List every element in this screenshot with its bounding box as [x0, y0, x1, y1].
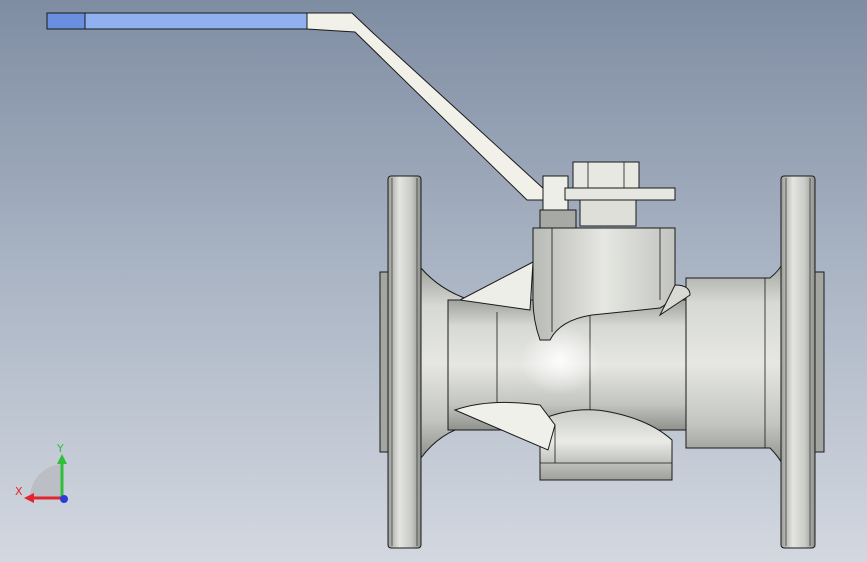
triad-plane — [29, 464, 63, 498]
stop-plate — [564, 187, 676, 201]
gland-nut-top — [572, 161, 640, 189]
x-axis-label: X — [15, 485, 23, 498]
graphics-viewport[interactable]: Y X — [0, 0, 867, 562]
stem-assembly[interactable] — [539, 161, 676, 229]
handle-grip-end-cap — [46, 12, 86, 30]
left-flange-disc — [387, 175, 422, 549]
reference-triad: Y X — [15, 442, 68, 503]
gland-nut-bottom — [579, 199, 637, 227]
left-flange[interactable] — [379, 175, 422, 549]
handle[interactable] — [46, 12, 546, 201]
x-axis-arrowhead — [24, 493, 34, 503]
z-axis-origin — [60, 495, 68, 503]
right-pipe — [685, 261, 784, 467]
valve-model-view[interactable] — [0, 0, 867, 562]
right-flange[interactable] — [780, 175, 825, 549]
stem-collar — [539, 209, 577, 229]
handle-lever[interactable] — [306, 12, 546, 201]
y-axis-arrowhead — [57, 454, 67, 464]
handle-grip-body — [84, 12, 308, 30]
y-axis-label: Y — [56, 442, 64, 455]
body-shine — [520, 325, 600, 395]
